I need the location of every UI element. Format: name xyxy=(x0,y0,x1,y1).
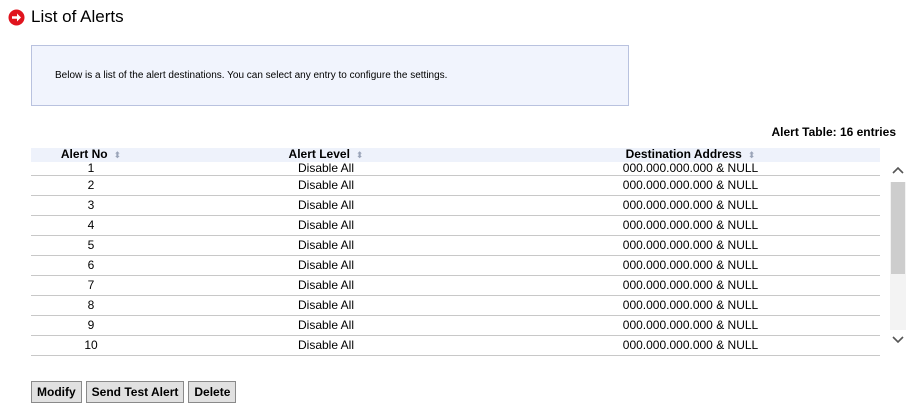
action-buttons: Modify Send Test Alert Delete xyxy=(31,381,237,403)
sort-arrows-icon[interactable]: ⬍ xyxy=(356,150,364,160)
table-scrollbar[interactable] xyxy=(890,160,906,350)
chevron-down-icon xyxy=(892,336,904,344)
info-panel: Below is a list of the alert destination… xyxy=(31,45,629,106)
cell-destination-address: 000.000.000.000 & NULL xyxy=(501,175,880,196)
column-header-label: Destination Address xyxy=(625,148,742,161)
delete-button[interactable]: Delete xyxy=(188,381,237,403)
table-header-row: Alert No ⬍ Alert Level ⬍ Destination Addre… xyxy=(31,148,880,162)
scroll-up-button[interactable] xyxy=(890,160,906,180)
cell-alert-level: Disable All xyxy=(151,162,501,176)
cell-destination-address: 000.000.000.000 & NULL xyxy=(501,195,880,216)
cell-alert-level: Disable All xyxy=(151,315,501,336)
sort-arrows-icon[interactable]: ⬍ xyxy=(114,150,122,160)
scroll-thumb[interactable] xyxy=(891,182,905,274)
cell-destination-address: 000.000.000.000 & NULL xyxy=(501,215,880,236)
red-circle-arrow-icon xyxy=(8,9,25,26)
table-row[interactable]: 9 Disable All 000.000.000.000 & NULL xyxy=(31,315,880,336)
cell-alert-level: Disable All xyxy=(151,195,501,216)
cell-alert-no: 8 xyxy=(31,295,151,316)
cell-destination-address: 000.000.000.000 & NULL xyxy=(501,255,880,276)
cell-alert-no: 9 xyxy=(31,315,151,336)
cell-destination-address: 000.000.000.000 & NULL xyxy=(501,235,880,256)
column-header-alert-no[interactable]: Alert No ⬍ xyxy=(31,148,151,162)
cell-alert-level: Disable All xyxy=(151,275,501,296)
table-row[interactable]: 4 Disable All 000.000.000.000 & NULL xyxy=(31,215,880,236)
column-header-label: Alert No xyxy=(60,148,108,161)
modify-button[interactable]: Modify xyxy=(31,381,82,403)
page-header: List of Alerts xyxy=(8,6,124,28)
alert-table-count: Alert Table: 16 entries xyxy=(771,125,897,139)
table-row[interactable]: 8 Disable All 000.000.000.000 & NULL xyxy=(31,295,880,316)
cell-destination-address: 000.000.000.000 & NULL xyxy=(501,295,880,316)
cell-alert-level: Disable All xyxy=(151,295,501,316)
cell-alert-level: Disable All xyxy=(151,215,501,236)
table-row[interactable]: 2 Disable All 000.000.000.000 & NULL xyxy=(31,175,880,196)
scroll-track[interactable] xyxy=(890,182,906,330)
cell-alert-level: Disable All xyxy=(151,255,501,276)
cell-alert-no: 4 xyxy=(31,215,151,236)
alert-table: Alert No ⬍ Alert Level ⬍ Destination Addre… xyxy=(31,148,880,360)
cell-destination-address: 000.000.000.000 & NULL xyxy=(501,162,880,176)
cell-alert-no: 2 xyxy=(31,175,151,196)
column-header-alert-level[interactable]: Alert Level ⬍ xyxy=(151,148,501,162)
send-test-alert-button[interactable]: Send Test Alert xyxy=(85,381,185,403)
cell-alert-no: 1 xyxy=(31,162,151,176)
info-message: Below is a list of the alert destination… xyxy=(55,70,448,81)
scroll-down-button[interactable] xyxy=(890,330,906,350)
cell-alert-no: 7 xyxy=(31,275,151,296)
column-header-destination-address[interactable]: Destination Address ⬍ xyxy=(501,148,880,162)
table-row[interactable]: 1 Disable All 000.000.000.000 & NULL xyxy=(31,162,880,176)
cell-alert-no: 10 xyxy=(31,335,151,356)
cell-alert-no: 6 xyxy=(31,255,151,276)
page-title: List of Alerts xyxy=(31,7,124,26)
cell-alert-level: Disable All xyxy=(151,235,501,256)
sort-arrows-icon[interactable]: ⬍ xyxy=(748,150,756,160)
cell-destination-address: 000.000.000.000 & NULL xyxy=(501,275,880,296)
cell-alert-no: 5 xyxy=(31,235,151,256)
column-header-label: Alert Level xyxy=(288,148,350,161)
table-row[interactable]: 7 Disable All 000.000.000.000 & NULL xyxy=(31,275,880,296)
cell-alert-no: 3 xyxy=(31,195,151,216)
cell-alert-level: Disable All xyxy=(151,175,501,196)
table-row[interactable]: 3 Disable All 000.000.000.000 & NULL xyxy=(31,195,880,216)
table-row[interactable]: 5 Disable All 000.000.000.000 & NULL xyxy=(31,235,880,256)
chevron-up-icon xyxy=(892,166,904,174)
cell-destination-address: 000.000.000.000 & NULL xyxy=(501,315,880,336)
table-row[interactable]: 10 Disable All 000.000.000.000 & NULL xyxy=(31,335,880,356)
cell-destination-address: 000.000.000.000 & NULL xyxy=(501,335,880,356)
table-row[interactable]: 6 Disable All 000.000.000.000 & NULL xyxy=(31,255,880,276)
cell-alert-level: Disable All xyxy=(151,335,501,356)
